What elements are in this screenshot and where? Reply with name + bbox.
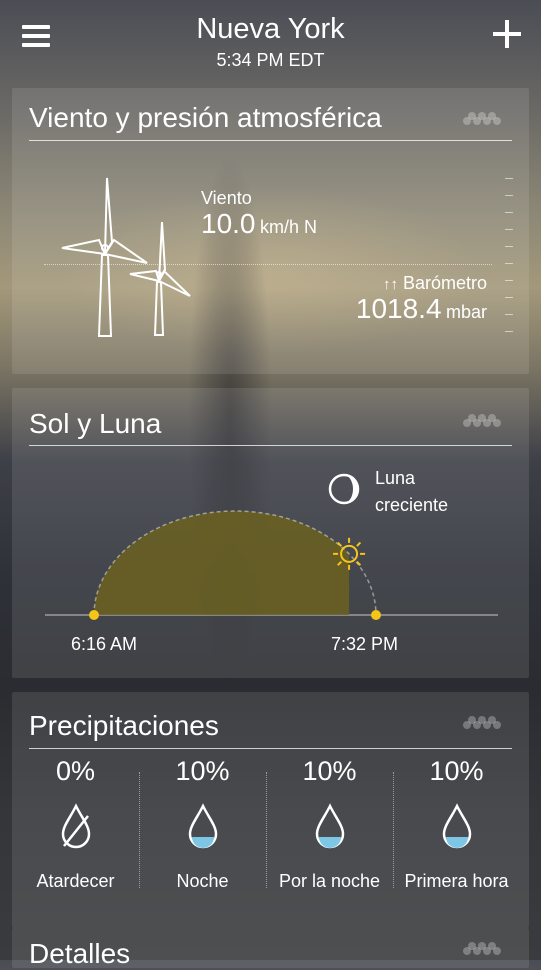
precip-percent: 10%: [175, 756, 230, 786]
no-rain-drop-icon: [61, 803, 91, 849]
card-handle-icon[interactable]: [463, 942, 511, 960]
card-divider: [29, 140, 512, 141]
card-divider: [29, 748, 512, 749]
card-handle-icon[interactable]: [463, 716, 511, 734]
local-time: 5:34 PM EDT: [216, 50, 325, 70]
precip-period-label: Atardecer: [36, 871, 115, 891]
gauge-tick: [505, 331, 513, 332]
pressure-trend-icon: ↑↑: [382, 276, 398, 293]
sun-moon-card[interactable]: Sol y Luna Luna creciente 6:16 AM 7:32 P…: [12, 388, 529, 678]
gauge-tick: [505, 314, 513, 315]
precip-period-label: Noche: [176, 871, 229, 891]
gauge-tick: [505, 297, 513, 298]
wind-unit: km/h N: [259, 217, 317, 237]
wind-turbine-icon: [61, 177, 191, 337]
card-title: Detalles: [29, 938, 131, 969]
rain-drop-icon: [442, 803, 472, 849]
precipitation-card[interactable]: Precipitaciones 0% Atardecer 10% Noche 1…: [12, 692, 529, 928]
pressure-label: Barómetro: [402, 273, 487, 293]
gauge-tick: [505, 263, 513, 264]
precip-period-2: 10% Por la noche: [266, 752, 393, 892]
pressure-label-row: ↑↑ Barómetro: [383, 273, 487, 294]
daylight-elapsed-area: [94, 511, 350, 615]
precip-period-3: 10% Primera hora: [393, 752, 520, 892]
card-handle-icon[interactable]: [463, 112, 511, 130]
gauge-baseline: [44, 264, 492, 265]
wind-label: Viento: [201, 188, 252, 208]
precip-percent: 0%: [55, 756, 96, 786]
rain-drop-icon: [188, 803, 218, 849]
precip-period-label: Por la noche: [278, 871, 381, 891]
top-bar: Nueva York 5:34 PM EDT: [0, 0, 541, 80]
precip-period-1: 10% Noche: [139, 752, 266, 892]
precip-period-label: Primera hora: [404, 871, 509, 891]
sunrise-dot: [89, 610, 99, 620]
gauge-tick: [505, 178, 513, 179]
add-location-icon[interactable]: [493, 20, 521, 48]
wind-value: 10.0: [201, 208, 256, 239]
sunset-time: 7:32 PM: [331, 634, 399, 654]
card-title: Precipitaciones: [29, 710, 219, 741]
gauge-tick: [505, 195, 513, 196]
wind-pressure-card[interactable]: Viento y presión atmosférica Viento 10.0…: [12, 88, 529, 374]
card-title: Viento y presión atmosférica: [29, 102, 382, 133]
rain-drop-icon: [315, 803, 345, 849]
gauge-tick: [505, 229, 513, 230]
pressure-value: 1018.4: [355, 293, 442, 324]
pressure-reading: 1018.4 mbar: [356, 293, 487, 325]
precip-period-0: 0% Atardecer: [12, 752, 139, 892]
gauge-tick: [505, 246, 513, 247]
wind-reading: 10.0 km/h N: [201, 208, 317, 240]
sunset-dot: [371, 610, 381, 620]
details-card[interactable]: Detalles: [12, 928, 529, 969]
sunrise-time: 6:16 AM: [71, 634, 138, 654]
precip-percent: 10%: [429, 756, 484, 786]
pressure-unit: mbar: [445, 302, 487, 322]
precip-percent: 10%: [302, 756, 357, 786]
city-name: Nueva York: [196, 13, 345, 45]
gauge-tick: [505, 280, 513, 281]
gauge-tick: [505, 212, 513, 213]
